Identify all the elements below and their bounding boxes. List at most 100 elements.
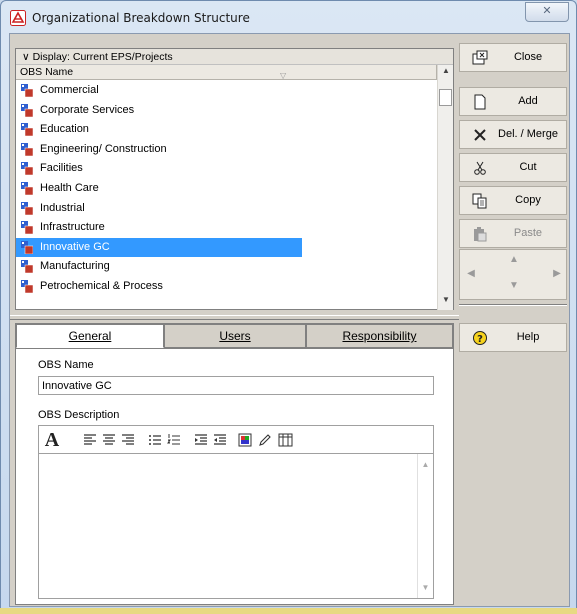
obs-node-icon [21, 103, 33, 117]
list-item[interactable]: Engineering/ Construction [16, 140, 437, 160]
close-button[interactable]: Close [459, 43, 567, 72]
move-down-icon[interactable]: ▼ [504, 280, 524, 291]
client-area: ∨ Display: Current EPS/Projects OBS Name… [9, 33, 570, 607]
taskbar-edge [0, 608, 577, 614]
close-window-icon [472, 50, 488, 65]
list-item-label: Petrochemical & Process [40, 279, 163, 292]
add-button-label: Add [518, 95, 538, 107]
editor-scrollbar[interactable]: ▲ ▼ [417, 454, 433, 598]
list-item-label: Health Care [40, 181, 99, 194]
list-item-label: Commercial [40, 84, 99, 96]
tab-responsibility[interactable]: Responsibility [306, 324, 453, 348]
list-item[interactable]: Corporate Services [16, 101, 437, 121]
new-page-icon [474, 94, 486, 110]
paste-button-label: Paste [513, 227, 543, 239]
align-center-icon[interactable] [102, 431, 116, 449]
tab-label: Responsibility [342, 329, 417, 343]
list-item[interactable]: Innovative GC [16, 237, 302, 258]
list-item[interactable]: Commercial [16, 81, 437, 101]
obs-node-icon [21, 201, 33, 215]
list-item-label: Engineering/ Construction [40, 142, 167, 155]
obs-name-input[interactable] [38, 376, 434, 395]
delete-merge-button[interactable]: Del. / Merge [459, 120, 567, 149]
add-button[interactable]: Add [459, 87, 567, 116]
move-right-icon[interactable]: ▶ [550, 268, 564, 279]
numbered-list-icon[interactable] [167, 431, 181, 449]
window-close-button[interactable]: ✕ [525, 2, 569, 22]
close-icon: ✕ [542, 5, 552, 17]
list-item[interactable]: Infrastructure [16, 218, 437, 238]
obs-node-icon [21, 240, 33, 254]
list-item-label: Facilities [40, 162, 83, 175]
obs-list-panel: ∨ Display: Current EPS/Projects OBS Name… [15, 48, 454, 310]
help-icon: ? [473, 331, 487, 345]
delete-x-icon [474, 129, 486, 141]
list-item[interactable]: Industrial [16, 199, 437, 219]
obs-node-icon [21, 279, 33, 293]
list-item[interactable]: Health Care [16, 179, 437, 199]
obs-list: Commercial Corporate Services Education Eng… [16, 81, 437, 310]
column-header-obs-name[interactable]: OBS Name ▽ [16, 65, 437, 80]
move-left-icon[interactable]: ◀ [464, 268, 478, 279]
tab-label: Users [219, 329, 251, 343]
scroll-up-icon[interactable]: ▲ [438, 66, 454, 80]
scroll-thumb[interactable] [439, 89, 452, 106]
general-tab-body: OBS Name OBS Description A [16, 348, 453, 604]
scroll-down-icon[interactable]: ▼ [418, 583, 433, 592]
copy-icon [472, 193, 487, 209]
paste-button[interactable]: Paste [459, 219, 567, 248]
table-icon[interactable] [278, 431, 293, 449]
tab-users[interactable]: Users [164, 324, 306, 348]
align-right-icon[interactable] [121, 431, 135, 449]
list-item-label: Corporate Services [40, 103, 135, 116]
list-scrollbar[interactable]: ▲ ▼ [437, 65, 453, 310]
detail-panel: General Users Responsibility OBS Name OB… [15, 323, 454, 605]
rich-text-toolbar: A [38, 425, 434, 453]
paste-icon [474, 227, 487, 242]
obs-name-label: OBS Name [38, 359, 94, 371]
display-menu[interactable]: ∨ Display: Current EPS/Projects [16, 49, 453, 65]
list-item-label: Industrial [40, 201, 85, 214]
cut-button[interactable]: Cut [459, 153, 567, 182]
obs-node-icon [21, 221, 33, 235]
copy-button[interactable]: Copy [459, 186, 567, 215]
obs-window: Organizational Breakdown Structure ✕ ∨ D… [0, 0, 577, 614]
obs-node-icon [21, 142, 33, 156]
list-item[interactable]: Facilities [16, 159, 437, 179]
help-button-label: Help [516, 331, 540, 343]
bullet-list-icon[interactable] [148, 431, 162, 449]
detail-tabs: General Users Responsibility [16, 324, 453, 348]
cut-button-label: Cut [519, 161, 537, 173]
color-picker-icon[interactable] [238, 431, 252, 449]
list-item[interactable]: Petrochemical & Process [16, 277, 437, 297]
tab-general[interactable]: General [16, 324, 164, 348]
obs-node-icon [21, 123, 33, 137]
move-arrows-pad: ◀ ▲ ▼ ▶ [459, 249, 567, 300]
command-separator [459, 304, 567, 306]
scroll-up-icon[interactable]: ▲ [418, 460, 433, 469]
pane-splitter[interactable] [10, 315, 459, 320]
scroll-down-icon[interactable]: ▼ [438, 295, 454, 309]
list-item[interactable]: Manufacturing [16, 257, 437, 277]
move-up-icon[interactable]: ▲ [504, 254, 524, 265]
window-title: Organizational Breakdown Structure [32, 11, 250, 25]
svg-text:?: ? [477, 334, 483, 345]
outdent-icon[interactable] [213, 431, 227, 449]
app-logo-icon [10, 10, 26, 26]
pen-icon[interactable] [258, 431, 272, 449]
obs-node-icon [21, 181, 33, 195]
indent-icon[interactable] [194, 431, 208, 449]
list-item-label: Manufacturing [40, 260, 110, 273]
align-left-icon[interactable] [83, 431, 97, 449]
obs-node-icon [21, 260, 33, 274]
scissors-icon [474, 161, 486, 175]
help-button[interactable]: ? Help [459, 323, 567, 352]
delete-merge-button-label: Del. / Merge [498, 128, 558, 140]
font-icon[interactable]: A [43, 429, 61, 451]
list-item[interactable]: Education [16, 120, 437, 140]
obs-description-editor[interactable]: ▲ ▼ [38, 453, 434, 599]
obs-node-icon [21, 162, 33, 176]
obs-node-icon [21, 84, 33, 97]
close-button-label: Close [513, 51, 543, 63]
title-bar[interactable]: Organizational Breakdown Structure ✕ [1, 1, 576, 35]
